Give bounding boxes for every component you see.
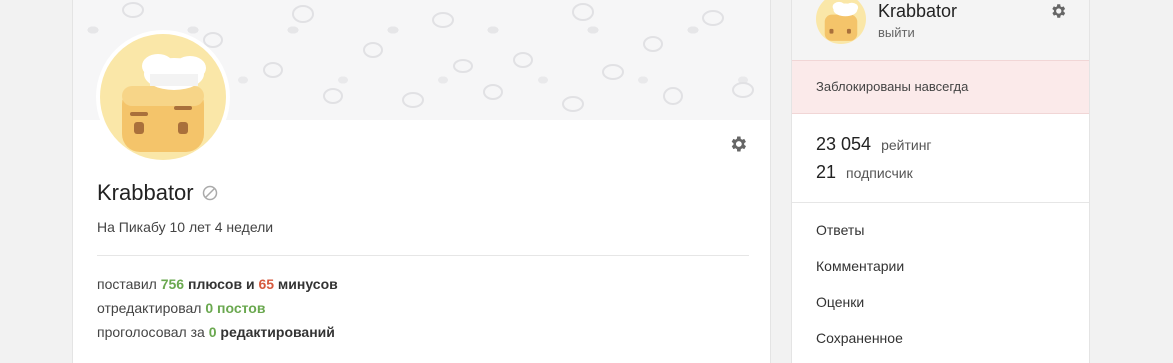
sidebar-avatar[interactable] <box>816 0 866 44</box>
profile-card: Krabbator На Пикабу 10 лет 4 недели пост… <box>72 0 771 363</box>
user-sidebar: Krabbator выйти Заблокированы навсегда 2… <box>791 0 1090 363</box>
edit-votes-stat: проголосовал за 0 редактирований <box>97 324 335 340</box>
plus-count: 756 <box>160 276 185 292</box>
plus-label: плюсов <box>184 276 243 292</box>
logout-link[interactable]: выйти <box>878 25 915 40</box>
sidebar-username[interactable]: Krabbator <box>878 1 957 22</box>
subscribers-value: 21 <box>816 162 837 182</box>
tenure-weeks: 4 <box>214 219 223 235</box>
subscribers-label: подписчик <box>846 165 913 181</box>
avatar[interactable] <box>96 30 230 164</box>
banned-notice: Заблокированы навсегда <box>792 60 1089 114</box>
banned-text: Заблокированы навсегда <box>816 79 969 94</box>
edits-stat: отредактировал 0 постов <box>97 300 265 316</box>
menu-item-comments[interactable]: Комментарии <box>816 258 904 274</box>
edit-votes-text: проголосовал за <box>97 324 209 340</box>
menu-item-answers[interactable]: Ответы <box>816 222 864 238</box>
rating-value: 23 054 <box>816 134 872 154</box>
menu-item-ratings[interactable]: Оценки <box>816 294 864 310</box>
edit-votes-label: редактирований <box>216 324 335 340</box>
rating-label: рейтинг <box>881 137 932 153</box>
minus-label: минусов <box>274 276 338 292</box>
sidebar-divider <box>792 202 1089 203</box>
profile-tenure: На Пикабу 10 лет 4 недели <box>97 219 273 235</box>
avatar-image <box>100 34 226 160</box>
menu-item-saved[interactable]: Сохраненное <box>816 330 903 346</box>
edits-text: отредактировал <box>97 300 206 316</box>
votes-stat: поставил 756 плюсов и 65 минусов <box>97 276 338 292</box>
edit-votes-count: 0 <box>208 324 217 340</box>
edits-count: 0 постов <box>205 300 266 316</box>
votes-text: поставил <box>97 276 161 292</box>
ban-icon <box>202 185 217 201</box>
gear-icon[interactable] <box>1049 2 1067 20</box>
profile-divider <box>97 255 749 256</box>
minus-count: 65 <box>258 276 275 292</box>
sidebar-user-header: Krabbator выйти <box>792 0 1089 60</box>
gear-icon[interactable] <box>728 134 748 154</box>
and-label: и <box>242 276 259 292</box>
profile-username: Krabbator <box>97 180 194 205</box>
tenure-suffix: недели <box>222 219 274 235</box>
username-row: Krabbator <box>97 180 218 206</box>
rating-row: 23 054 рейтинг <box>816 134 932 155</box>
subscribers-row: 21 подписчик <box>816 162 913 183</box>
tenure-years: На Пикабу 10 лет <box>97 219 211 235</box>
